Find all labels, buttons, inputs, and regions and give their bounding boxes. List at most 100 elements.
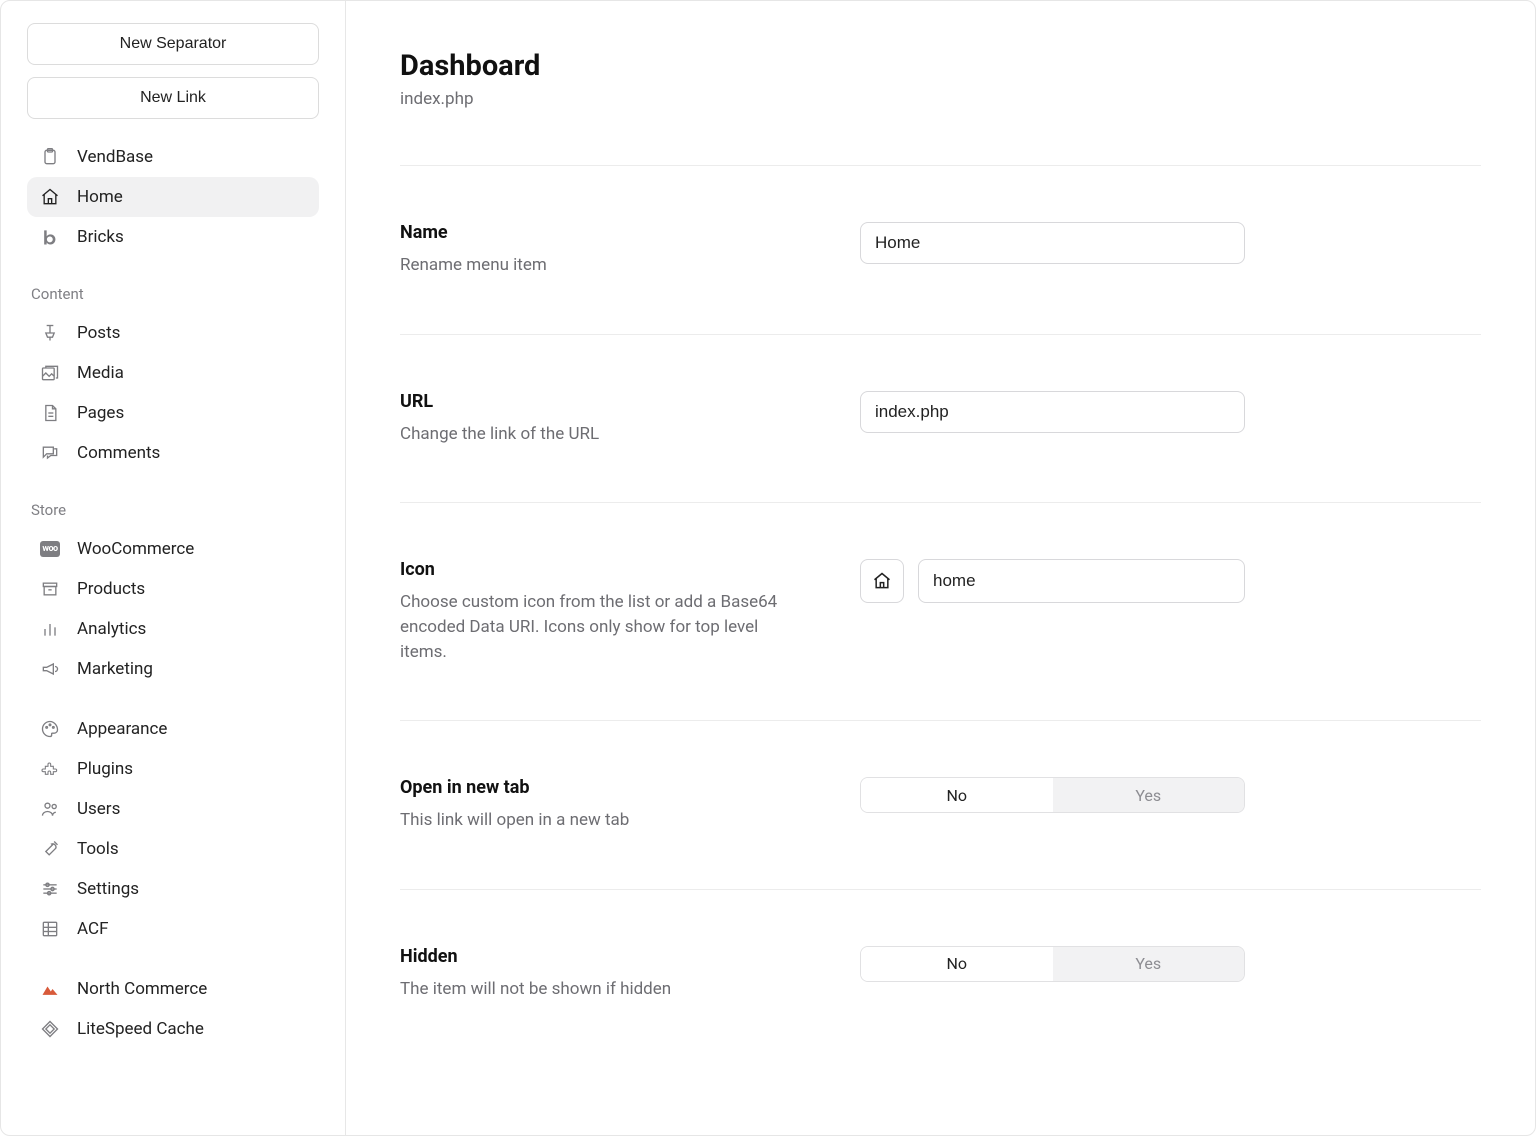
sidebar-item-label: North Commerce <box>77 979 307 999</box>
hidden-toggle: No Yes <box>860 946 1245 982</box>
sidebar-item-label: Products <box>77 579 307 599</box>
megaphone-icon <box>39 658 61 680</box>
sidebar-item-acf[interactable]: ACF <box>27 909 319 949</box>
field-control <box>860 222 1245 264</box>
sidebar-item-label: Appearance <box>77 719 307 739</box>
archive-icon <box>39 578 61 600</box>
field-icon: Icon Choose custom icon from the list or… <box>400 502 1481 720</box>
sidebar-item-tools[interactable]: Tools <box>27 829 319 869</box>
field-label-block: Hidden The item will not be shown if hid… <box>400 946 800 1002</box>
toggle-no[interactable]: No <box>861 947 1053 981</box>
field-description: Rename menu item <box>400 253 800 278</box>
clipboard-icon <box>39 146 61 168</box>
home-icon <box>872 571 892 591</box>
sidebar-item-woocommerce[interactable]: woo WooCommerce <box>27 529 319 569</box>
sidebar-item-plugins[interactable]: Plugins <box>27 749 319 789</box>
comments-icon <box>39 442 61 464</box>
toggle-yes[interactable]: Yes <box>1053 778 1245 812</box>
sidebar-item-label: Comments <box>77 443 307 463</box>
sidebar-item-label: ACF <box>77 919 307 939</box>
sidebar-item-label: Plugins <box>77 759 307 779</box>
nav-group-store: woo WooCommerce Products Analytics <box>27 529 319 689</box>
field-control: No Yes <box>860 946 1245 982</box>
field-label: Icon <box>400 559 800 580</box>
field-description: Change the link of the URL <box>400 422 800 447</box>
nav-group-extra: North Commerce LiteSpeed Cache <box>27 969 319 1049</box>
app-root: New Separator New Link VendBase Home Bri… <box>0 0 1536 1136</box>
field-description: Choose custom icon from the list or add … <box>400 590 800 664</box>
mountain-icon <box>39 978 61 1000</box>
page-icon <box>39 402 61 424</box>
diamond-icon <box>39 1018 61 1040</box>
users-icon <box>39 798 61 820</box>
sidebar-item-products[interactable]: Products <box>27 569 319 609</box>
analytics-icon <box>39 618 61 640</box>
sidebar-item-home[interactable]: Home <box>27 177 319 217</box>
sidebar-item-label: Analytics <box>77 619 307 639</box>
sidebar-item-label: LiteSpeed Cache <box>77 1019 307 1039</box>
sidebar-item-marketing[interactable]: Marketing <box>27 649 319 689</box>
sidebar-item-users[interactable]: Users <box>27 789 319 829</box>
sidebar-item-label: Bricks <box>77 227 307 247</box>
media-icon <box>39 362 61 384</box>
sidebar-item-label: Marketing <box>77 659 307 679</box>
palette-icon <box>39 718 61 740</box>
newtab-toggle: No Yes <box>860 777 1245 813</box>
icon-input[interactable] <box>918 559 1245 603</box>
sidebar-item-label: Posts <box>77 323 307 343</box>
sidebar-item-bricks[interactable]: Bricks <box>27 217 319 257</box>
icon-preview-button[interactable] <box>860 559 904 603</box>
nav-group-top: VendBase Home Bricks <box>27 137 319 257</box>
sidebar-item-appearance[interactable]: Appearance <box>27 709 319 749</box>
sidebar-item-label: Settings <box>77 879 307 899</box>
sidebar-item-label: VendBase <box>77 147 307 167</box>
field-control <box>860 391 1245 433</box>
sidebar-item-label: WooCommerce <box>77 539 307 559</box>
toggle-no[interactable]: No <box>861 778 1053 812</box>
sidebar-item-label: Media <box>77 363 307 383</box>
field-open-in-new-tab: Open in new tab This link will open in a… <box>400 720 1481 889</box>
new-link-button[interactable]: New Link <box>27 77 319 119</box>
sidebar-item-settings[interactable]: Settings <box>27 869 319 909</box>
puzzle-icon <box>39 758 61 780</box>
sidebar-item-litespeed-cache[interactable]: LiteSpeed Cache <box>27 1009 319 1049</box>
sidebar-item-label: Tools <box>77 839 307 859</box>
field-label-block: URL Change the link of the URL <box>400 391 800 447</box>
sidebar-item-vendbase[interactable]: VendBase <box>27 137 319 177</box>
field-url: URL Change the link of the URL <box>400 334 1481 503</box>
field-label-block: Icon Choose custom icon from the list or… <box>400 559 800 664</box>
url-input[interactable] <box>860 391 1245 433</box>
icon-row <box>860 559 1245 603</box>
page-title: Dashboard <box>400 49 1481 83</box>
sliders-icon <box>39 878 61 900</box>
field-description: This link will open in a new tab <box>400 808 800 833</box>
nav-heading-content: Content <box>27 267 319 313</box>
bricks-icon <box>39 226 61 248</box>
sidebar-item-posts[interactable]: Posts <box>27 313 319 353</box>
sidebar-item-pages[interactable]: Pages <box>27 393 319 433</box>
new-separator-button[interactable]: New Separator <box>27 23 319 65</box>
field-control <box>860 559 1245 603</box>
woocommerce-icon: woo <box>39 538 61 560</box>
sidebar-item-media[interactable]: Media <box>27 353 319 393</box>
home-icon <box>39 186 61 208</box>
nav-group-admin: Appearance Plugins Users Tools <box>27 709 319 949</box>
field-control: No Yes <box>860 777 1245 813</box>
sidebar-item-comments[interactable]: Comments <box>27 433 319 473</box>
field-label: Hidden <box>400 946 800 967</box>
sidebar: New Separator New Link VendBase Home Bri… <box>1 1 346 1135</box>
sidebar-item-analytics[interactable]: Analytics <box>27 609 319 649</box>
field-label: Open in new tab <box>400 777 800 798</box>
field-label: URL <box>400 391 800 412</box>
grid-icon <box>39 918 61 940</box>
name-input[interactable] <box>860 222 1245 264</box>
toggle-yes[interactable]: Yes <box>1053 947 1245 981</box>
nav-heading-store: Store <box>27 483 319 529</box>
sidebar-item-label: Pages <box>77 403 307 423</box>
main-panel: Dashboard index.php Name Rename menu ite… <box>346 1 1535 1135</box>
sidebar-item-north-commerce[interactable]: North Commerce <box>27 969 319 1009</box>
page-subtitle: index.php <box>400 89 1481 109</box>
sidebar-item-label: Users <box>77 799 307 819</box>
field-label: Name <box>400 222 800 243</box>
field-label-block: Open in new tab This link will open in a… <box>400 777 800 833</box>
